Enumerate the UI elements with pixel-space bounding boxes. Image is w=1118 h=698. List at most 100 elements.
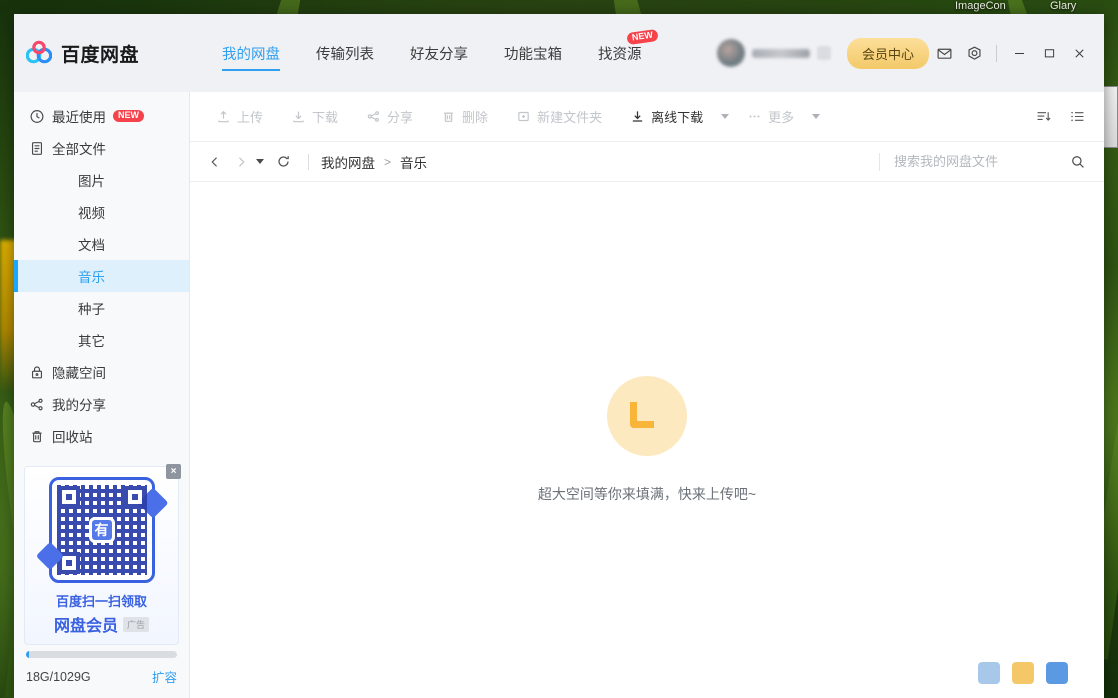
user-account[interactable]: [716, 39, 831, 67]
storage-meter: 18G/1029G 扩容: [14, 651, 189, 698]
history-caret-icon[interactable]: [256, 159, 264, 164]
gear-icon[interactable]: [959, 38, 989, 68]
delete-button[interactable]: 删除: [427, 102, 502, 132]
sidebar-item-label: 音乐: [78, 270, 105, 285]
tab-friend-share[interactable]: 好友分享: [392, 14, 486, 92]
search-box: [879, 148, 1092, 176]
list-view-icon[interactable]: [1064, 104, 1090, 130]
brand-name: 百度网盘: [61, 44, 140, 66]
sidebar: 最近使用 NEW 全部文件 图片 视频 文档 音乐 种子 其它 隐藏空间 我的分…: [14, 92, 190, 698]
vip-level-icon: [816, 46, 831, 60]
qr-logo-icon: 有: [88, 517, 115, 543]
empty-folder-icon: [607, 376, 687, 456]
mail-icon[interactable]: [929, 38, 959, 68]
sidebar-nav: 最近使用 NEW 全部文件 图片 视频 文档 音乐 种子 其它 隐藏空间 我的分…: [14, 92, 189, 452]
offline-download-icon: [630, 109, 645, 124]
download-icon: [291, 109, 306, 124]
close-icon[interactable]: ×: [166, 464, 181, 479]
more-caret-icon[interactable]: [812, 114, 821, 119]
sidebar-item-pictures[interactable]: 图片: [14, 164, 189, 196]
tab-my-netdisk[interactable]: 我的网盘: [204, 14, 298, 92]
header-divider: [996, 44, 997, 62]
lock-icon: [28, 364, 45, 381]
sidebar-item-recent[interactable]: 最近使用 NEW: [14, 100, 189, 132]
storage-row: 18G/1029G 扩容: [26, 667, 177, 686]
offline-download-button[interactable]: 离线下载: [616, 102, 717, 132]
new-badge: NEW: [625, 28, 659, 46]
search-icon[interactable]: [1064, 148, 1092, 176]
trash-icon: [28, 428, 45, 445]
qr-pattern: 有: [56, 485, 147, 575]
close-icon[interactable]: [1064, 38, 1094, 68]
storage-bar: [26, 651, 177, 658]
new-folder-icon: [516, 109, 531, 124]
sidebar-item-recycle-bin[interactable]: 回收站: [14, 420, 189, 452]
sidebar-item-music[interactable]: 音乐: [14, 260, 189, 292]
more-button[interactable]: 更多: [733, 102, 808, 132]
username: [751, 48, 810, 58]
sidebar-item-all-files[interactable]: 全部文件: [14, 132, 189, 164]
sidebar-item-label: 最近使用: [52, 110, 106, 125]
refresh-button[interactable]: [270, 149, 296, 175]
sidebar-item-videos[interactable]: 视频: [14, 196, 189, 228]
trash-icon: [441, 109, 456, 124]
breadcrumb-current: 音乐: [400, 155, 428, 171]
minimize-icon[interactable]: [1004, 38, 1034, 68]
tab-label: 传输列表: [316, 46, 374, 63]
storage-text: 18G/1029G: [26, 669, 91, 684]
desktop-icon-label[interactable]: Glary: [1050, 0, 1076, 12]
expand-storage-link[interactable]: 扩容: [152, 667, 177, 686]
desktop-edge-widget: [1102, 86, 1118, 148]
qr-eye: [57, 552, 80, 574]
new-folder-button[interactable]: 新建文件夹: [502, 102, 616, 132]
offline-download-caret-icon[interactable]: [721, 114, 730, 119]
sidebar-item-label: 我的分享: [52, 398, 106, 413]
clock-icon: [28, 108, 45, 125]
tab-label: 好友分享: [410, 46, 468, 63]
file-toolbar: 上传 下载 分享 删除 新建文件夹 离线下载 更多: [190, 92, 1104, 142]
empty-folder-mark: [630, 402, 654, 428]
sidebar-item-label: 其它: [78, 334, 105, 349]
new-badge: NEW: [113, 110, 144, 122]
sidebar-item-label: 种子: [78, 302, 105, 317]
baidu-netdisk-logo-icon: [25, 40, 53, 66]
sort-icon[interactable]: [1030, 104, 1056, 130]
tab-find-resources[interactable]: 找资源 NEW: [580, 14, 660, 92]
storage-bar-fill: [26, 651, 29, 658]
avatar[interactable]: [716, 39, 745, 67]
upload-button[interactable]: 上传: [202, 102, 277, 132]
toolbar-label: 分享: [387, 110, 414, 125]
back-button[interactable]: [202, 149, 228, 175]
toolbar-label: 上传: [237, 110, 264, 125]
toolbar-label: 离线下载: [651, 110, 704, 125]
sidebar-item-documents[interactable]: 文档: [14, 228, 189, 260]
share-button[interactable]: 分享: [352, 102, 427, 132]
breadcrumb-root[interactable]: 我的网盘: [321, 152, 375, 172]
baidu-netdisk-window: 百度网盘 我的网盘 传输列表 好友分享 功能宝箱 找资源 NEW 会员中心 最近…: [14, 14, 1104, 698]
sidebar-item-hidden-space[interactable]: 隐藏空间: [14, 356, 189, 388]
window-body: 最近使用 NEW 全部文件 图片 视频 文档 音乐 种子 其它 隐藏空间 我的分…: [14, 92, 1104, 698]
brand: 百度网盘: [14, 40, 190, 67]
vip-center-button[interactable]: 会员中心: [846, 37, 929, 69]
maximize-icon[interactable]: [1034, 38, 1064, 68]
sidebar-item-others[interactable]: 其它: [14, 324, 189, 356]
tab-label: 找资源: [598, 46, 642, 63]
forward-button[interactable]: [228, 149, 254, 175]
breadcrumb-bar: 我的网盘 > 音乐: [190, 142, 1104, 182]
main-panel: 上传 下载 分享 删除 新建文件夹 离线下载 更多 我的网盘 > 音乐 搜索我的…: [190, 92, 1104, 698]
search-input[interactable]: [894, 154, 1064, 169]
file-list-area: 超大空间等你来填满，快来上传吧~: [190, 182, 1104, 698]
tab-feature-box[interactable]: 功能宝箱: [486, 14, 580, 92]
promo-banner[interactable]: × 有 百度扫一扫领取 网盘会员 广告: [24, 464, 181, 645]
desktop-icon-label[interactable]: ImageCon: [955, 0, 1006, 12]
sidebar-item-label: 图片: [78, 174, 105, 189]
tab-transfer-list[interactable]: 传输列表: [298, 14, 392, 92]
sidebar-item-my-shares[interactable]: 我的分享: [14, 388, 189, 420]
breadcrumb-separator: >: [384, 154, 392, 169]
promo-line-1: 百度扫一扫领取: [55, 594, 147, 609]
sidebar-item-torrents[interactable]: 种子: [14, 292, 189, 324]
toolbar-label: 新建文件夹: [537, 110, 603, 125]
download-button[interactable]: 下载: [277, 102, 352, 132]
sidebar-item-label: 文档: [78, 238, 105, 253]
qr-code[interactable]: 有: [48, 477, 155, 583]
